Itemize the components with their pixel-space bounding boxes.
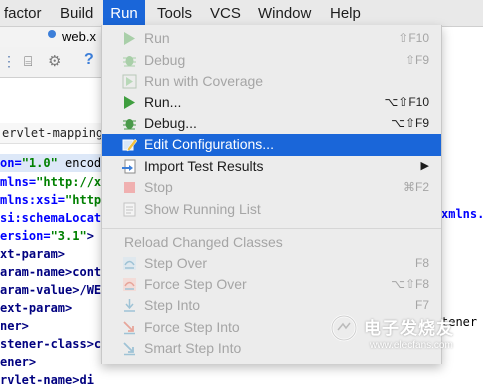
android-icon[interactable]: ⚙ — [48, 52, 61, 70]
breadcrumb-label[interactable]: ervlet-mapping — [2, 126, 103, 140]
menu-build[interactable]: Build — [60, 0, 98, 27]
menu-item-run-with-coverage[interactable]: Run with Coverage — [102, 71, 441, 92]
layout-icon[interactable]: ⋮ — [2, 53, 16, 70]
code-fragment: xmlns. — [441, 207, 483, 221]
menu-run[interactable]: Run — [103, 0, 145, 27]
menu-item-debug[interactable]: Debug ⇧F9 — [102, 50, 441, 71]
code-line: aram-name>conte — [0, 265, 109, 279]
force-step-over-icon — [123, 278, 136, 291]
code-line: ext-param> — [0, 301, 73, 315]
step-into-icon — [124, 299, 135, 312]
code-line: mlns="http://xm — [0, 175, 109, 189]
submenu-arrow-icon: ▶ — [420, 160, 429, 172]
menu-separator — [102, 228, 441, 229]
force-step-into-icon — [123, 321, 135, 335]
menu-item-run[interactable]: Run ⇧F10 — [102, 28, 441, 49]
code-line: ner> — [0, 319, 29, 333]
help-icon[interactable]: ? — [84, 51, 94, 69]
menu-item-import-test-results[interactable]: Import Test Results ▶ — [102, 156, 441, 177]
debug-icon — [123, 119, 136, 130]
code-line: rvlet-name>di — [0, 373, 94, 387]
code-line: mlns:xsi="http: — [0, 193, 109, 207]
menu-item-force-step-over[interactable]: Force Step Over ⌥⇧F8 — [102, 274, 441, 295]
debug-icon — [123, 56, 136, 67]
code-line: ener> — [0, 355, 37, 369]
menu-item-step-over[interactable]: Step Over F8 — [102, 253, 441, 274]
edit-config-icon — [122, 138, 137, 152]
watermark-text: 电子发烧友 — [364, 319, 454, 338]
menu-refactor[interactable]: factor — [4, 0, 48, 27]
watermark: 电子发烧友 www.elecfans.com — [330, 312, 480, 358]
run-icon — [124, 96, 135, 109]
menu-help[interactable]: Help — [330, 0, 364, 27]
menu-item-debug-dialog[interactable]: Debug... ⌥⇧F9 — [102, 113, 441, 134]
code-line: ersion="3.1"> — [0, 229, 94, 243]
editor-toolbar: ⋮ ⌸ ⚙ ? — [0, 47, 110, 78]
step-over-icon — [123, 257, 136, 270]
menu-vcs[interactable]: VCS — [210, 0, 244, 27]
menu-item-reload-changed-classes[interactable]: Reload Changed Classes — [124, 234, 283, 250]
menu-item-edit-configurations[interactable]: Edit Configurations... — [102, 134, 441, 156]
menu-window[interactable]: Window — [258, 0, 314, 27]
run-icon — [124, 32, 135, 45]
list-icon — [123, 202, 136, 217]
code-line: stener-class>c — [0, 337, 102, 351]
file-icon — [48, 30, 56, 38]
code-line: xt-param> — [0, 247, 66, 261]
menu-bar: factor Build Run Tools VCS Window Help — [0, 0, 483, 27]
menu-item-run-dialog[interactable]: Run... ⌥⇧F10 — [102, 92, 441, 113]
breadcrumb: ervlet-mapping — [0, 123, 110, 144]
menu-item-stop[interactable]: Stop ⌘F2 — [102, 177, 441, 198]
watermark-url: www.elecfans.com — [370, 340, 453, 351]
editor-tab-web-xml[interactable]: web.x — [62, 29, 96, 44]
code-line: si:schemaLocati — [0, 211, 109, 225]
code-line: on="1.0" encod — [0, 154, 110, 172]
import-icon — [122, 159, 136, 174]
code-line: aram-value>/WEB — [0, 283, 109, 297]
watermark-logo-icon — [330, 314, 358, 342]
coverage-icon — [122, 74, 137, 89]
menu-tools[interactable]: Tools — [157, 0, 197, 27]
stop-icon — [124, 182, 135, 193]
device-icon[interactable]: ⌸ — [24, 53, 32, 70]
menu-item-show-running-list[interactable]: Show Running List — [102, 199, 441, 220]
smart-step-into-icon — [123, 342, 135, 356]
editor-tab-row: web.x — [0, 27, 110, 48]
